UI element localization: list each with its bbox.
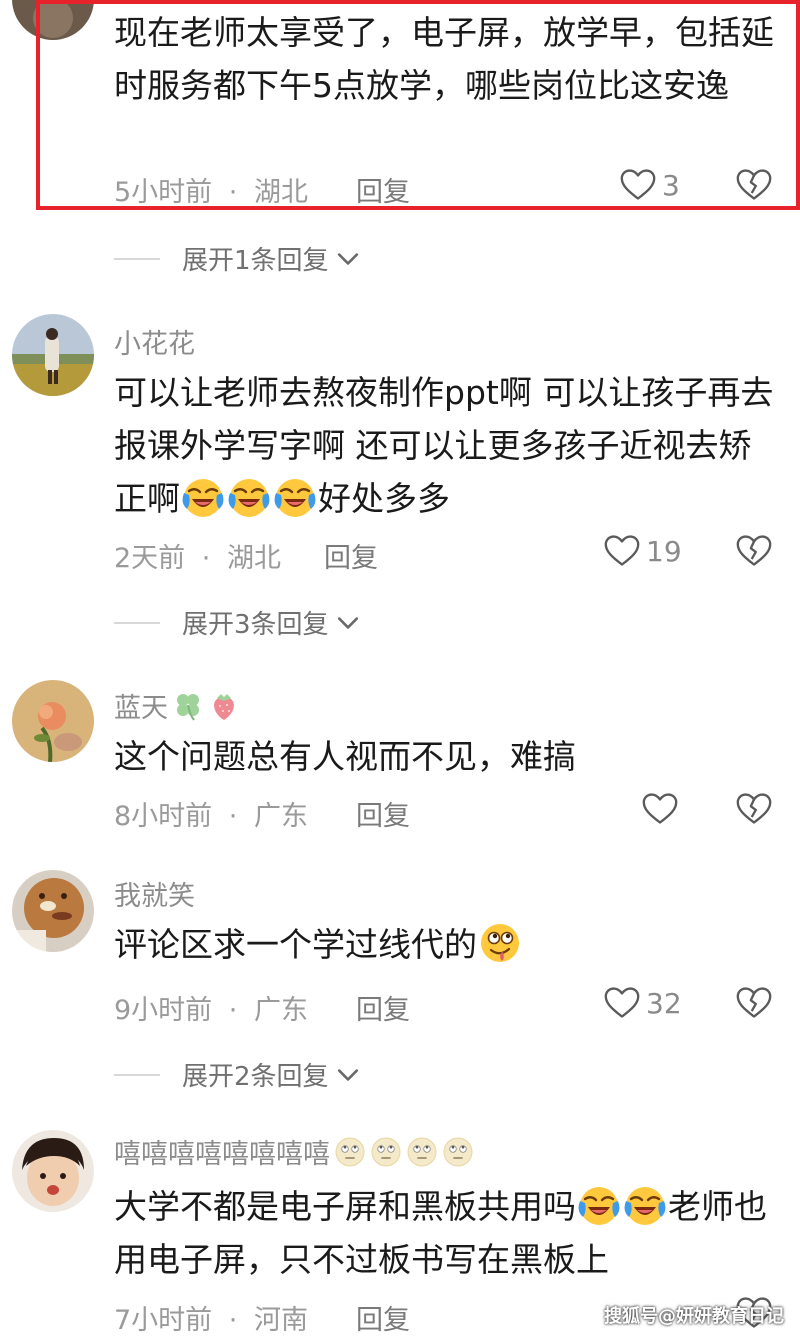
comment-time: 9小时前 [114,995,213,1026]
drooling-emoji [478,921,522,965]
broken-heart-icon [736,534,772,568]
comment-time: 2天前 [114,543,186,574]
broken-heart-icon [736,792,772,826]
avatar[interactable] [12,680,94,762]
crying-laughing-emoji [577,1183,621,1227]
comment-text-main: 评论区求一个学过线代的 [114,925,477,964]
expand-label: 展开3条回复 [182,610,329,640]
comment-time: 7小时前 [114,1305,213,1336]
strawberry-emoji [214,693,234,720]
comment-text: 这个问题总有人视而不见，难搞 [114,737,576,776]
avatar[interactable] [12,314,94,396]
crying-laughing-emoji [623,1183,667,1227]
eyeroll-emoji [370,1136,402,1168]
divider-line [114,621,160,624]
heart-icon [642,792,678,826]
chevron-down-icon [337,615,359,631]
reply-button[interactable]: 回复 [324,536,378,575]
highlight-box [36,0,800,210]
like-count: 19 [646,534,682,568]
comment-meta: 7小时前 · 河南 回复 [114,1298,410,1337]
expand-label: 展开1条回复 [182,246,329,276]
dislike-button[interactable] [736,534,772,572]
like-button[interactable] [642,792,684,826]
like-button[interactable]: 32 [604,986,682,1020]
comment-text-tail: 好处多多 [318,479,450,518]
clover-emoji [177,693,199,721]
eyeroll-emoji [406,1136,438,1168]
like-count: 32 [646,986,682,1020]
comment-4: 我就笑 评论区求一个学过线代的 9小时前 · 广东 回复 32 展开2条回复 [0,870,800,1100]
comment-1: 现在老师太享受了，电子屏，放学早，包括延时服务都下午5点放学，哪些岗位比这安逸 … [0,0,800,280]
avatar[interactable] [12,1130,94,1212]
username[interactable]: 小花花 [114,322,195,361]
meta-separator: · [228,1305,238,1336]
avatar[interactable] [12,870,94,952]
comment-text: 大学不都是电子屏和黑板共用吗 老师也用电子屏，只不过板书写在黑板上 [114,1180,784,1286]
expand-replies[interactable]: 展开3条回复 [114,604,359,641]
comment-location: 广东 [253,801,308,832]
reply-button[interactable]: 回复 [356,988,410,1027]
comment-text: 评论区求一个学过线代的 [114,918,784,971]
username[interactable]: 蓝天 [114,686,240,725]
eyeroll-emoji [334,1136,366,1168]
comment-meta: 9小时前 · 广东 回复 [114,988,410,1027]
comment-meta: 8小时前 · 广东 回复 [114,794,410,833]
comment-text: 可以让老师去熬夜制作ppt啊 可以让孩子再去报课外学写字啊 还可以让更多孩子近视… [114,366,784,525]
username-text: 小花花 [114,329,195,360]
expand-label: 展开2条回复 [182,1062,329,1092]
reply-button[interactable]: 回复 [356,794,410,833]
crying-laughing-emoji [227,475,271,519]
username[interactable]: 嘻嘻嘻嘻嘻嘻嘻嘻 [114,1132,474,1171]
meta-separator: · [201,543,211,574]
chevron-down-icon [337,251,359,267]
comment-location: 广东 [253,995,308,1026]
crying-laughing-emoji [181,475,225,519]
chevron-down-icon [337,1067,359,1083]
dislike-button[interactable] [736,986,772,1024]
heart-icon [604,534,640,568]
comment-meta: 2天前 · 湖北 回复 [114,536,378,575]
comment-text-main: 大学不都是电子屏和黑板共用吗 [114,1187,576,1226]
username-text: 蓝天 [114,693,168,724]
username[interactable]: 我就笑 [114,874,195,913]
divider-line [114,257,160,260]
like-button[interactable]: 19 [604,534,682,568]
eyeroll-emoji [442,1136,474,1168]
watermark: 搜狐号@妍妍教育日记 [604,1306,784,1327]
heart-icon [604,986,640,1020]
username-text: 我就笑 [114,881,195,912]
comment-2: 小花花 可以让老师去熬夜制作ppt啊 可以让孩子再去报课外学写字啊 还可以让更多… [0,310,800,650]
expand-replies[interactable]: 展开2条回复 [114,1056,359,1093]
comment-location: 湖北 [226,543,281,574]
comment-location: 河南 [253,1305,308,1336]
reply-button[interactable]: 回复 [356,1298,410,1337]
dislike-button[interactable] [736,792,772,830]
username-text: 嘻嘻嘻嘻嘻嘻嘻嘻 [114,1139,330,1170]
meta-separator: · [228,801,238,832]
broken-heart-icon [736,986,772,1020]
meta-separator: · [228,995,238,1026]
divider-line [114,1073,160,1076]
crying-laughing-emoji [273,475,317,519]
comment-3: 蓝天 这个问题总有人视而不见，难搞 8小时前 · 广东 回复 [0,678,800,848]
comment-time: 8小时前 [114,801,213,832]
expand-replies[interactable]: 展开1条回复 [114,240,359,277]
